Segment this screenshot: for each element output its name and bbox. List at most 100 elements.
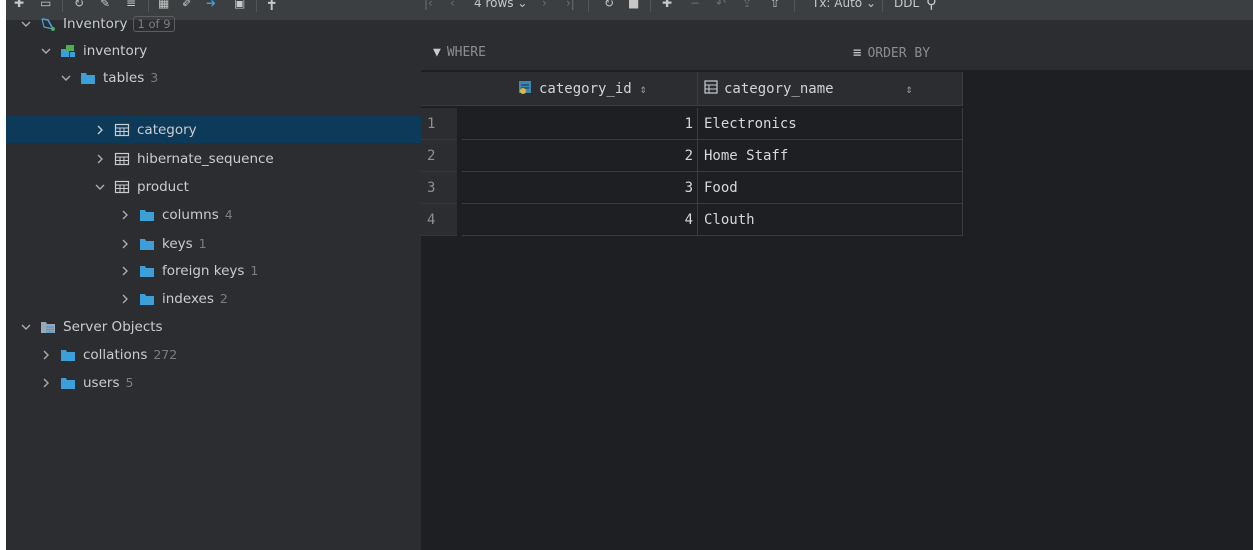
tree-node-schema[interactable]: inventory [6,37,421,64]
console-icon[interactable]: ▣ [234,0,245,10]
tree-count: 4 [224,207,233,222]
delete-icon[interactable]: ▭ [40,0,51,10]
chevron-right-icon[interactable] [40,349,52,361]
ddl-button[interactable]: DDL [894,0,919,10]
cell-category-id[interactable]: 4 [462,204,698,236]
cell-category-id[interactable]: 3 [462,172,698,204]
where-label: WHERE [446,45,486,60]
tree-node-category[interactable]: category [6,116,421,143]
row-number[interactable]: 1 [421,108,457,140]
tree-label: hibernate_sequence [137,150,274,167]
first-page-icon[interactable]: |‹ [424,0,433,10]
sort-toggle-icon[interactable]: ⇕ [640,82,647,96]
sort-toggle-icon[interactable]: ⇕ [906,82,913,96]
folder-icon [80,71,96,85]
tree-node-tables[interactable]: tables 3 [6,64,421,91]
order-by-label: ORDER BY [867,45,931,61]
tree-count: 1 [198,236,207,251]
search-icon[interactable]: ⚲ [926,0,937,12]
column-header-category-name[interactable]: category_name ⇕ [698,72,963,106]
tree-node-users[interactable]: users 5 [6,369,421,396]
session-badge: 1 of 9 [133,15,175,32]
chevron-right-icon[interactable] [119,238,131,250]
folder-icon [139,292,155,306]
add-row-icon[interactable]: ✚ [662,0,672,10]
chevron-down-icon[interactable] [20,321,32,333]
tree-node-columns[interactable]: columns 4 [6,201,421,228]
refresh-icon[interactable]: ↻ [74,0,84,10]
chevron-down-icon[interactable] [60,72,72,84]
pin-icon[interactable]: ╋ [268,0,275,10]
table-icon [114,180,130,194]
app-window: ✚ ▭ ↻ ✎ ≡ ▦ ✐ ➜ ▣ ╋ |‹ ‹ 4 rows ⌄ › ›| ↻… [6,0,1253,550]
sort-icon: ≡ [853,45,862,61]
chevron-right-icon[interactable] [119,293,131,305]
chevron-down-icon[interactable] [40,45,52,57]
column-header-label: category_id [539,80,632,97]
chevron-right-icon[interactable] [119,209,131,221]
row-number-header [421,72,462,106]
chevron-down-icon[interactable] [20,18,32,30]
tree-node-hibernate-sequence[interactable]: hibernate_sequence [6,145,421,172]
filter-bar: ▼ WHERE ≡ ORDER BY [421,36,1253,70]
tree-node-product[interactable]: product [6,173,421,200]
tree-node-foreign-keys[interactable]: foreign keys 1 [6,257,421,284]
chevron-right-icon[interactable] [119,265,131,277]
cell-category-name[interactable]: Electronics [698,108,963,140]
jump-icon[interactable]: ➜ [206,0,216,10]
results-panel: ▼ WHERE ≡ ORDER BY category_id ⇕ categor… [421,36,1253,550]
chevron-right-icon[interactable] [40,377,52,389]
delete-row-icon[interactable]: − [690,0,700,10]
cell-category-id[interactable]: 2 [462,140,698,172]
tree-label: Server Objects [63,318,163,335]
datasource-icon [40,17,56,31]
table-icon [114,152,130,166]
row-number[interactable]: 4 [421,204,457,236]
row-number[interactable]: 3 [421,172,457,204]
submit-icon[interactable]: ⇪ [742,0,752,10]
add-icon[interactable]: ✚ [14,0,24,10]
chevron-right-icon[interactable] [94,153,106,165]
folder-icon [60,376,76,390]
column-header-label: category_name [724,80,834,97]
rows-dropdown[interactable]: 4 rows ⌄ [474,0,527,10]
cell-category-name[interactable]: Home Staff [698,140,963,172]
row-number[interactable]: 2 [421,140,457,172]
folder-icon [139,208,155,222]
reload-icon[interactable]: ↻ [604,0,614,10]
primary-key-icon [517,79,533,99]
pencil-icon[interactable]: ✐ [182,0,192,10]
edit-icon[interactable]: ✎ [100,0,110,10]
chevron-right-icon[interactable] [94,124,106,136]
prev-page-icon[interactable]: ‹ [450,0,455,10]
tree-label: collations [83,346,148,363]
tree-label: indexes [162,290,214,307]
upload-icon[interactable]: ⇧ [770,0,780,10]
next-page-icon[interactable]: › [542,0,547,10]
tree-node-server-objects[interactable]: Server Objects [6,313,421,340]
tree-node-keys[interactable]: keys 1 [6,230,421,257]
table-icon [114,123,130,137]
tree-label: foreign keys [162,262,245,279]
tree-label: product [137,178,189,195]
db-icon[interactable]: ≡ [126,0,136,10]
tree-label: columns [162,206,219,223]
cell-category-name[interactable]: Food [698,172,963,204]
tree-count: 3 [150,70,159,85]
tree-node-indexes[interactable]: indexes 2 [6,285,421,312]
cell-category-id[interactable]: 1 [462,108,698,140]
last-page-icon[interactable]: ›| [566,0,575,10]
tree-node-inventory-datasource[interactable]: Inventory 1 of 9 [6,10,421,37]
server-objects-icon [40,320,56,334]
table-icon[interactable]: ▦ [158,0,169,10]
revert-icon[interactable]: ↶ [716,0,726,10]
order-by-filter[interactable]: ≡ ORDER BY [853,45,930,61]
tx-dropdown[interactable]: Tx: Auto ⌄ [812,0,876,10]
cell-category-name[interactable]: Clouth [698,204,963,236]
column-header-category-id[interactable]: category_id ⇕ [462,72,698,106]
chevron-down-icon[interactable] [94,181,106,193]
column-icon [704,79,718,98]
stop-icon[interactable]: ■ [628,0,639,10]
where-filter[interactable]: ▼ WHERE [433,45,486,60]
tree-node-collations[interactable]: collations 272 [6,341,421,368]
